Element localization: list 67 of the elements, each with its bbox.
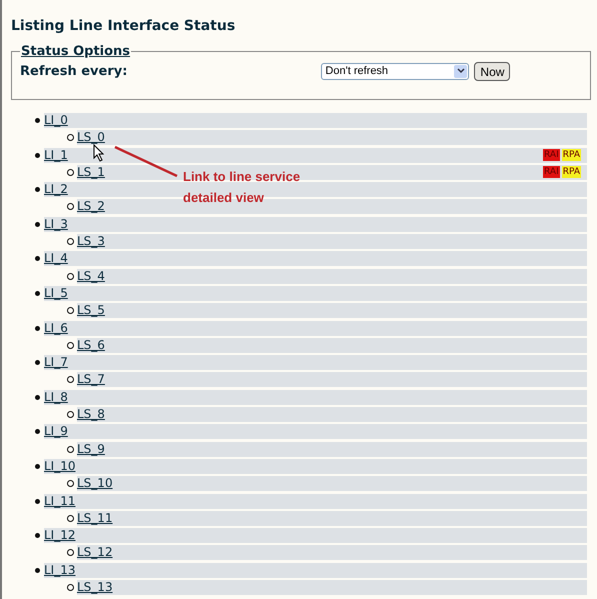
bullet-icon xyxy=(35,464,40,469)
bullet-icon xyxy=(35,568,40,573)
bullet-icon xyxy=(35,360,40,366)
bullet-icon xyxy=(35,326,40,331)
interface-link[interactable]: LI_10 xyxy=(44,458,76,474)
interface-link[interactable]: LI_6 xyxy=(44,320,68,336)
line-service-link[interactable]: LS_9 xyxy=(77,442,105,457)
status-tag: RPA xyxy=(562,166,581,178)
line-service-link[interactable]: LS_0 xyxy=(77,130,105,146)
line-service-link[interactable]: LS_13 xyxy=(77,580,113,596)
interface-link[interactable]: LI_3 xyxy=(44,216,68,232)
interface-link[interactable]: LI_11 xyxy=(44,494,76,509)
circle-bullet-icon xyxy=(67,514,74,522)
interface-link[interactable]: LI_12 xyxy=(44,528,76,544)
line-service-link[interactable]: LS_2 xyxy=(77,199,105,214)
line-service-link[interactable]: LS_4 xyxy=(77,268,105,284)
line-service-link[interactable]: LS_1 xyxy=(77,164,105,180)
bullet-icon xyxy=(35,533,40,538)
line-service-link[interactable]: LS_12 xyxy=(77,545,113,560)
line-service-link[interactable]: LS_6 xyxy=(77,338,105,353)
bullet-icon xyxy=(35,429,40,434)
circle-bullet-icon xyxy=(67,168,74,176)
section-legend: Status Options xyxy=(20,42,132,62)
circle-bullet-icon xyxy=(67,272,74,280)
interface-link[interactable]: LI_4 xyxy=(44,251,68,266)
bullet-icon xyxy=(35,222,40,227)
line-service-link[interactable]: LS_10 xyxy=(77,476,113,492)
bullet-icon xyxy=(35,256,40,262)
interface-link[interactable]: LI_13 xyxy=(44,562,76,578)
line-service-link[interactable]: LS_5 xyxy=(77,303,105,318)
refresh-select[interactable]: Don't refresh xyxy=(321,62,470,80)
pointer-cursor-icon xyxy=(93,144,105,162)
status-tag: RAI xyxy=(543,149,560,162)
circle-bullet-icon xyxy=(67,446,74,453)
interface-link[interactable]: LI_9 xyxy=(44,424,68,440)
interface-link[interactable]: LI_5 xyxy=(44,286,68,301)
interface-link[interactable]: LI_1 xyxy=(44,148,68,163)
bullet-icon xyxy=(35,187,40,192)
bullet-icon xyxy=(35,290,40,296)
status-tag: RAI xyxy=(543,166,560,178)
interface-link[interactable]: LI_7 xyxy=(44,355,68,370)
circle-bullet-icon xyxy=(67,480,74,488)
circle-bullet-icon xyxy=(67,584,74,592)
circle-bullet-icon xyxy=(67,134,74,142)
circle-bullet-icon xyxy=(67,238,74,246)
annotation-text: Link to line service detailed view xyxy=(183,168,302,207)
interface-link[interactable]: LI_0 xyxy=(44,113,68,128)
circle-bullet-icon xyxy=(67,376,74,384)
circle-bullet-icon xyxy=(67,307,74,314)
line-service-link[interactable]: LS_7 xyxy=(77,372,105,388)
bullet-icon xyxy=(35,394,40,400)
interface-link[interactable]: LI_2 xyxy=(44,182,68,198)
circle-bullet-icon xyxy=(67,342,74,349)
circle-bullet-icon xyxy=(67,203,74,210)
bullet-icon xyxy=(35,118,40,123)
status-tag: RPA xyxy=(562,149,581,162)
now-button[interactable]: Now xyxy=(474,62,510,81)
circle-bullet-icon xyxy=(67,411,74,418)
page-title: Listing Line Interface Status xyxy=(11,17,236,36)
circle-bullet-icon xyxy=(67,549,74,556)
bullet-icon xyxy=(35,498,40,504)
refresh-label: Refresh every: xyxy=(20,62,128,80)
line-service-link[interactable]: LS_11 xyxy=(77,510,113,526)
bullet-icon xyxy=(35,152,40,158)
interface-link[interactable]: LI_8 xyxy=(44,390,68,405)
line-service-link[interactable]: LS_8 xyxy=(77,407,105,422)
line-service-link[interactable]: LS_3 xyxy=(77,234,105,250)
